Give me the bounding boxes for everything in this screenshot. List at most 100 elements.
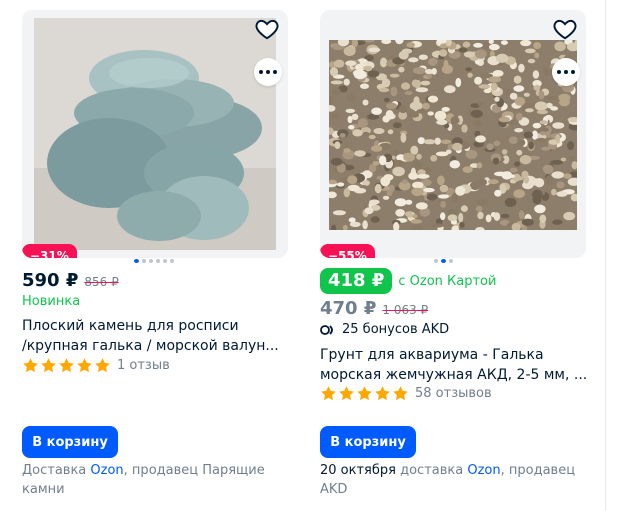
gravel-pebble (343, 188, 350, 198)
product-title[interactable]: Грунт для аквариума - Галька морская жем… (320, 345, 588, 385)
gravel-pebble (409, 101, 423, 111)
gravel-pebble (330, 80, 343, 85)
product-image-gravel[interactable]: −55% (320, 10, 586, 258)
gravel-pebble (475, 49, 487, 59)
gravel-pebble (403, 152, 415, 162)
gravel-pebble (458, 47, 468, 53)
rating-stars (320, 385, 409, 402)
gravel-pebble (452, 142, 463, 151)
bonus-row: 25 бонусов AKD (320, 322, 449, 337)
gravel-pebble (554, 41, 566, 52)
delivery-info: Доставка Ozon, продавец Парящие камни (22, 461, 284, 499)
gravel-pebble (491, 82, 498, 91)
gravel-pebble (349, 221, 361, 227)
gravel-pebble (532, 189, 543, 200)
delivery-seller-line2: камни (22, 482, 65, 497)
gravel-pebble (370, 145, 383, 152)
gravel-pebble (518, 210, 525, 220)
gravel-pebble (541, 146, 551, 151)
heart-icon[interactable] (254, 16, 280, 42)
more-options-button[interactable] (552, 58, 580, 86)
delivery-info: 20 октября доставка Ozon, продавец AKD (320, 461, 582, 499)
discount-badge: −55% (320, 244, 375, 258)
gravel-pebble (394, 159, 404, 166)
gravel-pebble (431, 68, 437, 75)
gravel-pebble (473, 42, 483, 48)
gravel-pebble (486, 143, 494, 151)
gravel-pebble (459, 222, 465, 228)
gravel-pebble (449, 160, 461, 169)
gravel-pebble (348, 125, 355, 130)
gravel-pebble (329, 67, 339, 77)
gravel-pebble (528, 141, 534, 150)
product-image-stones[interactable]: −31% (22, 10, 288, 258)
gravel-pebble (545, 175, 554, 185)
gravel-pebble (460, 205, 468, 213)
gravel-pebble (423, 139, 436, 145)
gravel-pebble (412, 181, 424, 189)
gravel-pebble (436, 119, 448, 125)
old-price: 1 063 ₽ (382, 303, 429, 317)
gravel-pebble (372, 161, 380, 166)
gravel-pebble (440, 139, 452, 145)
gravel-pebble (517, 139, 526, 147)
gravel-pebble (330, 113, 340, 119)
heart-icon[interactable] (552, 16, 578, 42)
gravel-pebble (368, 134, 376, 140)
product-title-line: Плоский камень для росписи (22, 318, 239, 334)
gravel-pebble (475, 135, 486, 143)
ozon-card-label: с Ozon Картой (398, 273, 497, 289)
gravel-pebble (485, 214, 492, 223)
gravel-pebble (493, 212, 501, 221)
gravel-pebble (357, 118, 368, 128)
discount-badge: −31% (22, 244, 77, 258)
gravel-pebble (380, 176, 390, 187)
gravel-pebble (534, 101, 548, 111)
pagination-dot (149, 259, 153, 263)
gravel-pebble (477, 101, 484, 107)
rating[interactable]: 58 отзывов (320, 385, 492, 402)
star-icon (77, 358, 92, 373)
delivery-brand-link[interactable]: Ozon (90, 463, 123, 478)
product-card-stones[interactable]: −31% 590 ₽ 856 ₽ Новинка Плоский камень … (22, 0, 292, 511)
pagination-dot (449, 259, 453, 263)
gravel-pebble (362, 180, 369, 185)
gravel-pebble (467, 72, 473, 78)
gravel-pebble (415, 87, 429, 93)
gravel-pebble (475, 205, 483, 212)
gravel-pebble (339, 133, 346, 138)
add-to-cart-button[interactable]: В корзину (320, 426, 416, 458)
gravel-pebble (410, 219, 422, 224)
gravel-pebble (380, 57, 388, 68)
star-icon (375, 386, 390, 401)
add-to-cart-button[interactable]: В корзину (22, 426, 118, 458)
current-price: 590 ₽ (22, 270, 79, 291)
gravel-pebble (362, 220, 368, 230)
product-title[interactable]: Плоский камень для росписи /крупная галь… (22, 316, 290, 356)
gravel-pebble (382, 115, 390, 123)
gravel-pebble (406, 42, 415, 48)
product-card-gravel[interactable]: −55% 418 ₽ с Ozon Картой 470 ₽ 1 063 ₽ 2… (320, 0, 590, 511)
rating[interactable]: 1 отзыв (22, 357, 170, 374)
gravel-pebble (508, 136, 518, 144)
gravel-pebble (551, 188, 557, 196)
delivery-seller-line2: AKD (320, 482, 348, 497)
gravel-pebble (458, 212, 464, 223)
gravel-pebble (404, 91, 413, 95)
gravel-pebble (504, 197, 517, 207)
more-options-button[interactable] (254, 58, 282, 86)
gravel-pebble (474, 76, 483, 85)
gravel-pebble (415, 202, 428, 210)
gravel-pebble (563, 211, 576, 221)
delivery-brand-link[interactable]: Ozon (467, 463, 500, 478)
gravel-pebble (533, 84, 541, 91)
bonus-text: 25 бонусов AKD (342, 322, 450, 337)
gravel-pebble (476, 199, 489, 206)
gravel-pebble (364, 207, 374, 215)
gravel-pebble (431, 223, 444, 228)
stones-photo (34, 18, 276, 250)
gravel-pebble (369, 199, 380, 205)
gravel-pebble (462, 166, 473, 173)
gravel-pebble (346, 94, 356, 102)
gravel-pebble (411, 79, 420, 88)
